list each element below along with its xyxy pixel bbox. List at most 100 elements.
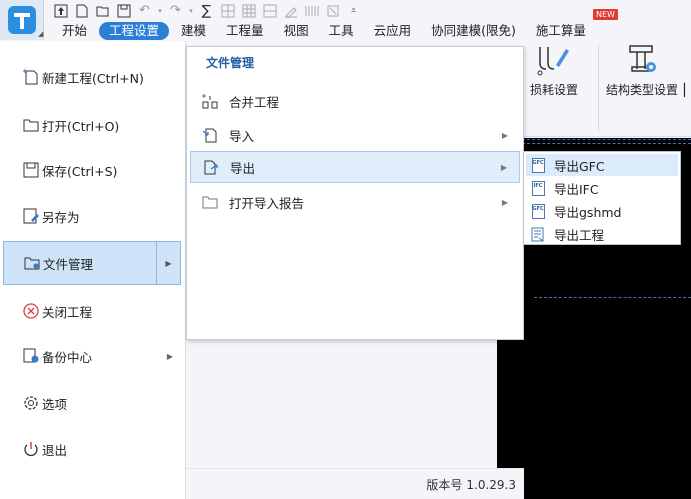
merge-icon xyxy=(201,92,219,110)
submenu-arrow-icon: ▶ xyxy=(166,351,173,361)
tab-construction[interactable]: 施工算量 xyxy=(526,22,596,40)
new-badge: NEW xyxy=(593,9,618,20)
tab-tools[interactable]: 工具 xyxy=(319,22,364,40)
export-project[interactable]: 导出工程 xyxy=(526,223,678,245)
menu-open-label: 打开(Ctrl+O) xyxy=(42,118,120,134)
submenu-arrow-icon: ▶ xyxy=(501,197,508,207)
status-bar: 版本号 1.0.29.3 xyxy=(186,468,524,499)
menu-save-label: 保存(Ctrl+S) xyxy=(42,163,118,179)
import-icon xyxy=(201,126,219,144)
grid-a-icon[interactable] xyxy=(219,2,236,19)
export-gfc[interactable]: GFC 导出GFC xyxy=(526,154,678,176)
gfc-file-icon: GFC xyxy=(530,157,546,173)
new-file-icon[interactable] xyxy=(73,2,90,19)
backup-icon xyxy=(20,345,42,367)
export-gfc-label: 导出GFC xyxy=(554,158,605,174)
menu-save-as-label: 另存为 xyxy=(42,209,80,225)
submenu-merge-project[interactable]: 合并工程 xyxy=(190,85,520,117)
menu-file-management[interactable]: 文件管理 ▶ xyxy=(3,241,181,285)
tab-quantity[interactable]: 工程量 xyxy=(216,22,274,40)
ribbon-overflow-text: ▏ xyxy=(684,83,691,97)
file-manage-icon xyxy=(21,252,43,274)
tab-project-settings[interactable]: 工程设置 xyxy=(99,22,170,40)
export-project-icon xyxy=(530,226,546,242)
tab-view[interactable]: 视图 xyxy=(274,22,319,40)
export-ifc[interactable]: IFC 导出IFC xyxy=(526,177,678,199)
menu-backup-center-label: 备份中心 xyxy=(42,349,93,365)
quick-access-toolbar: ↶ ▾ ↷ ▾ ∑ ⩡ xyxy=(52,1,362,20)
save-as-icon xyxy=(20,205,42,227)
menu-save[interactable]: 保存(Ctrl+S) xyxy=(3,148,181,192)
submenu-export-label: 导出 xyxy=(230,160,256,176)
save-icon[interactable] xyxy=(115,2,132,19)
logo-dropdown-icon[interactable]: ◢ xyxy=(38,30,43,38)
export-ifc-label: 导出IFC xyxy=(554,181,599,197)
grid-c-icon[interactable] xyxy=(261,2,278,19)
file-menu: 新建工程(Ctrl+N) 打开(Ctrl+O) 保存(Ctrl+S) 另存为 文… xyxy=(0,41,186,499)
submenu-arrow-icon: ▶ xyxy=(156,241,180,285)
canvas-grid-line xyxy=(502,143,691,144)
submenu-merge-label: 合并工程 xyxy=(229,94,280,110)
redo-dropdown-icon[interactable]: ▾ xyxy=(188,2,194,19)
close-circle-icon xyxy=(20,300,42,322)
menu-backup-center[interactable]: 备份中心 ▶ xyxy=(3,334,181,378)
tab-modeling[interactable]: 建模 xyxy=(171,22,216,40)
canvas-grid-line xyxy=(534,297,691,298)
export-flyout: GFC 导出GFC IFC 导出IFC GFC 导出gshmd 导出工程 xyxy=(523,151,681,245)
menu-exit[interactable]: 退出 xyxy=(3,427,181,471)
sum-icon[interactable]: ∑ xyxy=(198,2,215,19)
version-label: 版本号 xyxy=(426,478,463,492)
menu-save-as[interactable]: 另存为 xyxy=(3,194,181,238)
menu-close-project[interactable]: 关闭工程 xyxy=(3,289,181,333)
submenu-title: 文件管理 xyxy=(206,56,255,70)
menu-open[interactable]: 打开(Ctrl+O) xyxy=(3,103,181,147)
undo-icon[interactable]: ↶ xyxy=(136,2,153,19)
up-arrow-icon[interactable] xyxy=(52,2,69,19)
menu-options-label: 选项 xyxy=(42,396,68,412)
export-gshmd[interactable]: GFC 导出gshmd xyxy=(526,200,678,222)
submenu-open-import-report[interactable]: 打开导入报告 ▶ xyxy=(190,186,520,218)
menu-close-project-label: 关闭工程 xyxy=(42,304,93,320)
submenu-arrow-icon: ▶ xyxy=(501,130,508,140)
structure-type-settings-button[interactable]: 结构类型设置 xyxy=(606,43,678,139)
submenu-import[interactable]: 导入 ▶ xyxy=(190,119,520,151)
tab-cloud[interactable]: 云应用 xyxy=(364,22,422,40)
loss-settings-button[interactable]: 损耗设置 xyxy=(530,43,578,139)
export-icon xyxy=(202,158,220,176)
menu-options[interactable]: 选项 xyxy=(3,381,181,425)
power-icon xyxy=(20,438,42,460)
folder-icon xyxy=(201,193,219,211)
new-project-icon xyxy=(20,66,42,88)
tab-collab[interactable]: 协同建模(限免) xyxy=(421,22,526,40)
submenu-arrow-icon: ▶ xyxy=(500,162,507,172)
menu-new-project-label: 新建工程(Ctrl+N) xyxy=(42,70,144,86)
edit-icon[interactable] xyxy=(282,2,299,19)
ribbon-divider xyxy=(598,45,599,131)
canvas-grid-line xyxy=(502,139,691,140)
tab-start[interactable]: 开始 xyxy=(52,22,97,40)
customize-dropdown-icon[interactable]: ⩡ xyxy=(345,2,362,19)
redo-icon[interactable]: ↷ xyxy=(167,2,184,19)
structure-type-label: 结构类型设置 xyxy=(606,83,679,97)
submenu-import-label: 导入 xyxy=(229,128,255,144)
submenu-export[interactable]: 导出 ▶ xyxy=(190,151,520,183)
gshmd-file-icon: GFC xyxy=(530,203,546,219)
menu-new-project[interactable]: 新建工程(Ctrl+N) xyxy=(3,55,181,99)
structure-type-icon xyxy=(629,45,656,72)
table-icon[interactable] xyxy=(303,2,320,19)
grid-b-icon[interactable] xyxy=(240,2,257,19)
version-info: 版本号 1.0.29.3 xyxy=(422,476,516,493)
ribbon-tabs: 开始 工程设置 建模 工程量 视图 工具 云应用 协同建模(限免) 施工算量 xyxy=(52,21,596,41)
open-folder-icon[interactable] xyxy=(94,2,111,19)
menu-exit-label: 退出 xyxy=(42,442,68,458)
menu-file-management-label: 文件管理 xyxy=(43,256,94,272)
undo-dropdown-icon[interactable]: ▾ xyxy=(157,2,163,19)
open-folder-icon xyxy=(20,114,42,136)
version-value: 1.0.29.3 xyxy=(466,478,516,492)
file-management-submenu: 文件管理 合并工程 导入 ▶ 导出 ▶ 打开导入报告 ▶ xyxy=(186,46,524,340)
clear-icon[interactable] xyxy=(324,2,341,19)
submenu-open-import-report-label: 打开导入报告 xyxy=(229,195,305,211)
loss-settings-label: 损耗设置 xyxy=(530,83,579,97)
save-icon xyxy=(20,159,42,181)
loss-settings-icon xyxy=(537,47,569,76)
